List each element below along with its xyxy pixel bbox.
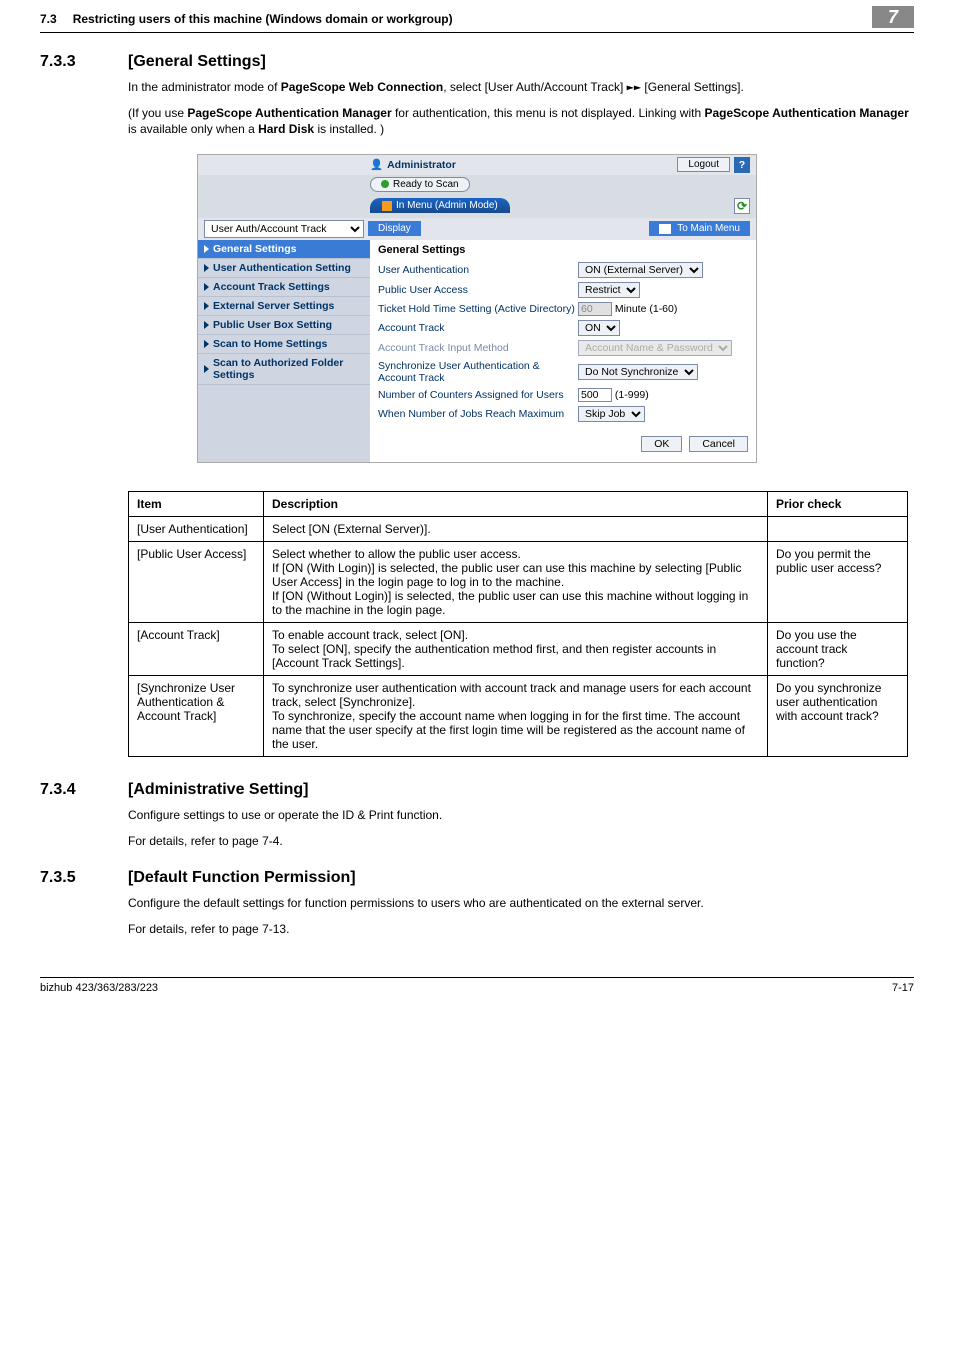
cell-description: Select [ON (External Server)]. bbox=[264, 516, 768, 541]
table-row: [Synchronize User Authentication & Accou… bbox=[129, 675, 908, 756]
chevron-right-icon bbox=[204, 365, 209, 373]
arrows-icon: ►► bbox=[627, 80, 641, 94]
embed-sidebar: General Settings User Authentication Set… bbox=[198, 240, 370, 462]
th-prior-check: Prior check bbox=[768, 491, 908, 516]
embed-breadcrumb-row: User Auth/Account Track Display To Main … bbox=[198, 218, 756, 240]
heading-title: [Default Function Permission] bbox=[128, 869, 356, 887]
page-top-header: 7.3 Restricting users of this machine (W… bbox=[40, 0, 914, 33]
category-select[interactable]: User Auth/Account Track bbox=[204, 220, 364, 238]
input-ticket-hold-time[interactable] bbox=[578, 302, 612, 316]
embed-titlebar: 👤 Administrator Logout ? bbox=[198, 155, 756, 175]
embed-panel: General Settings User Authentication ON … bbox=[370, 240, 756, 462]
cell-item: [User Authentication] bbox=[129, 516, 264, 541]
select-public-user-access[interactable]: Restrict bbox=[578, 282, 640, 298]
embedded-screenshot: 👤 Administrator Logout ? Ready to Scan I… bbox=[197, 154, 757, 463]
header-section-number: 7.3 bbox=[40, 12, 57, 26]
heading-734: 7.3.4 [Administrative Setting] bbox=[40, 781, 914, 799]
table-row: [User Authentication]Select [ON (Externa… bbox=[129, 516, 908, 541]
cell-prior-check: Do you synchronize user authentication w… bbox=[768, 675, 908, 756]
para-734b: For details, refer to page 7-4. bbox=[128, 833, 914, 849]
sidebar-item-public-user-box-setting[interactable]: Public User Box Setting bbox=[198, 316, 370, 335]
para-735a: Configure the default settings for funct… bbox=[128, 895, 914, 911]
cell-item: [Account Track] bbox=[129, 622, 264, 675]
input-number-of-counters[interactable] bbox=[578, 388, 612, 402]
heading-num: 7.3.3 bbox=[40, 53, 100, 71]
ready-status: Ready to Scan bbox=[370, 177, 470, 192]
heading-num: 7.3.4 bbox=[40, 781, 100, 799]
sidebar-item-general-settings[interactable]: General Settings bbox=[198, 240, 370, 259]
chevron-right-icon bbox=[204, 340, 209, 348]
row-ticket-hold-time: Ticket Hold Time Setting (Active Directo… bbox=[378, 300, 748, 318]
embed-status-row: Ready to Scan bbox=[198, 175, 756, 198]
header-chapter-badge: 7 bbox=[872, 6, 914, 28]
row-public-user-access: Public User Access Restrict bbox=[378, 280, 748, 300]
ready-dot-icon bbox=[381, 180, 389, 188]
chevron-right-icon bbox=[204, 321, 209, 329]
ok-button[interactable]: OK bbox=[641, 436, 682, 452]
select-synchronize[interactable]: Do Not Synchronize bbox=[578, 364, 698, 380]
logout-button[interactable]: Logout bbox=[677, 157, 730, 172]
para-734a: Configure settings to use or operate the… bbox=[128, 807, 914, 823]
row-user-authentication: User Authentication ON (External Server) bbox=[378, 260, 748, 280]
admin-label: 👤 Administrator bbox=[370, 158, 456, 171]
panel-title: General Settings bbox=[378, 244, 748, 256]
table-row: [Account Track]To enable account track, … bbox=[129, 622, 908, 675]
footer-right: 7-17 bbox=[892, 982, 914, 994]
cell-item: [Synchronize User Authentication & Accou… bbox=[129, 675, 264, 756]
heading-num: 7.3.5 bbox=[40, 869, 100, 887]
th-description: Description bbox=[264, 491, 768, 516]
select-account-track[interactable]: ON bbox=[578, 320, 620, 336]
cell-prior-check: Do you use the account track function? bbox=[768, 622, 908, 675]
admin-icon: 👤 bbox=[370, 158, 383, 171]
heading-title: [General Settings] bbox=[128, 53, 266, 71]
chevron-right-icon bbox=[204, 245, 209, 253]
row-account-track: Account Track ON bbox=[378, 318, 748, 338]
select-account-track-input-method: Account Name & Password bbox=[578, 340, 732, 356]
footer-left: bizhub 423/363/283/223 bbox=[40, 982, 158, 994]
to-main-menu-button[interactable]: To Main Menu bbox=[649, 221, 750, 236]
embed-tab-row: In Menu (Admin Mode) ⟳ bbox=[198, 198, 756, 214]
cell-prior-check: Do you permit the public user access? bbox=[768, 541, 908, 622]
cell-description: To synchronize user authentication with … bbox=[264, 675, 768, 756]
row-number-of-counters: Number of Counters Assigned for Users (1… bbox=[378, 386, 748, 404]
chevron-right-icon bbox=[204, 283, 209, 291]
para-733b: (If you use PageScope Authentication Man… bbox=[128, 105, 914, 137]
select-user-authentication[interactable]: ON (External Server) bbox=[578, 262, 703, 278]
cell-description: To enable account track, select [ON]. To… bbox=[264, 622, 768, 675]
sidebar-item-external-server-settings[interactable]: External Server Settings bbox=[198, 297, 370, 316]
row-account-track-input-method: Account Track Input Method Account Name … bbox=[378, 338, 748, 358]
heading-title: [Administrative Setting] bbox=[128, 781, 308, 799]
chevron-right-icon bbox=[204, 264, 209, 272]
cell-item: [Public User Access] bbox=[129, 541, 264, 622]
menu-icon bbox=[659, 224, 671, 234]
table-row: [Public User Access]Select whether to al… bbox=[129, 541, 908, 622]
sidebar-item-user-auth-setting[interactable]: User Authentication Setting bbox=[198, 259, 370, 278]
tab-admin-mode[interactable]: In Menu (Admin Mode) bbox=[370, 198, 510, 213]
cancel-button[interactable]: Cancel bbox=[689, 436, 748, 452]
cell-description: Select whether to allow the public user … bbox=[264, 541, 768, 622]
para-733a: In the administrator mode of PageScope W… bbox=[128, 79, 914, 95]
refresh-icon[interactable]: ⟳ bbox=[734, 198, 750, 214]
select-jobs-max[interactable]: Skip Job bbox=[578, 406, 645, 422]
table-header-row: Item Description Prior check bbox=[129, 491, 908, 516]
embed-body: General Settings User Authentication Set… bbox=[198, 240, 756, 462]
panel-actions: OK Cancel bbox=[378, 436, 748, 452]
sidebar-item-scan-to-home-settings[interactable]: Scan to Home Settings bbox=[198, 335, 370, 354]
help-icon[interactable]: ? bbox=[734, 157, 750, 173]
sidebar-item-account-track-settings[interactable]: Account Track Settings bbox=[198, 278, 370, 297]
heading-733: 7.3.3 [General Settings] bbox=[40, 53, 914, 71]
header-section-title: Restricting users of this machine (Windo… bbox=[73, 12, 856, 26]
display-button[interactable]: Display bbox=[368, 221, 421, 236]
chevron-right-icon bbox=[204, 302, 209, 310]
row-jobs-max: When Number of Jobs Reach Maximum Skip J… bbox=[378, 404, 748, 424]
page-footer: bizhub 423/363/283/223 7-17 bbox=[40, 977, 914, 994]
description-table: Item Description Prior check [User Authe… bbox=[128, 491, 908, 757]
sidebar-item-scan-to-authorized-folder-settings[interactable]: Scan to Authorized Folder Settings bbox=[198, 354, 370, 385]
tab-folder-icon bbox=[382, 201, 392, 211]
para-735b: For details, refer to page 7-13. bbox=[128, 921, 914, 937]
cell-prior-check bbox=[768, 516, 908, 541]
row-synchronize: Synchronize User Authentication & Accoun… bbox=[378, 358, 748, 386]
th-item: Item bbox=[129, 491, 264, 516]
heading-735: 7.3.5 [Default Function Permission] bbox=[40, 869, 914, 887]
